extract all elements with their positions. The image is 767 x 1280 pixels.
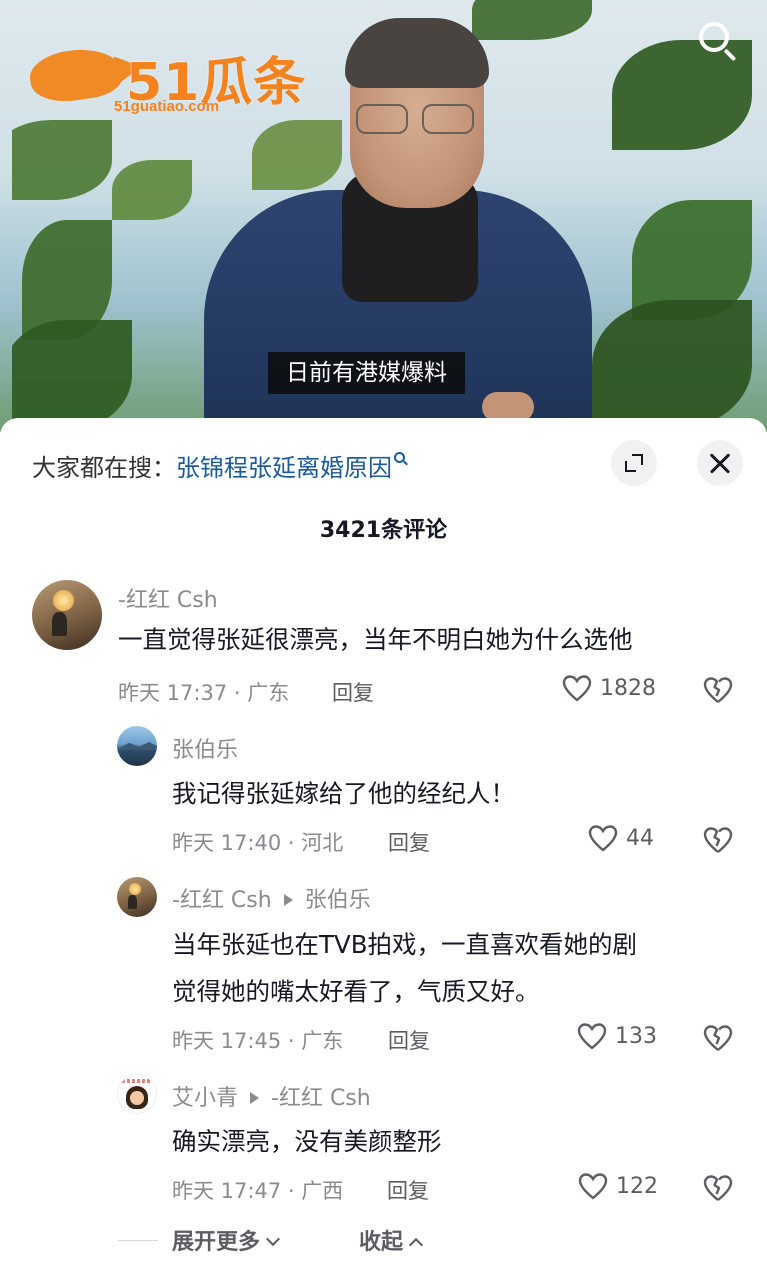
heart-icon bbox=[577, 1023, 607, 1050]
like-count: 133 bbox=[615, 1023, 657, 1049]
reply-button[interactable]: 回复 bbox=[388, 827, 430, 857]
hot-search-prefix: 大家都在搜： bbox=[32, 454, 176, 482]
glasses bbox=[356, 104, 408, 134]
avatar[interactable] bbox=[117, 1074, 157, 1114]
comment-text: 一直觉得张延很漂亮，当年不明白她为什么选他 bbox=[118, 625, 633, 654]
foliage bbox=[252, 120, 342, 190]
reply-meta: 昨天 17:40 · 河北 bbox=[172, 831, 344, 855]
like-button[interactable]: 122 bbox=[578, 1172, 658, 1200]
comment-count: 3421条评论 bbox=[319, 518, 448, 543]
video-subtitle: 日前有港媒爆料 bbox=[268, 352, 465, 394]
avatar[interactable] bbox=[117, 726, 157, 766]
video-player[interactable]: 51瓜条 51guatiao.com 日前有港媒爆料 bbox=[0, 0, 767, 432]
reply-button[interactable]: 回复 bbox=[387, 1175, 429, 1205]
search-icon[interactable] bbox=[697, 20, 741, 64]
reply-target[interactable]: 张伯乐 bbox=[305, 888, 371, 913]
like-button[interactable]: 1828 bbox=[562, 674, 656, 702]
collapse-button[interactable]: 收起 bbox=[359, 1224, 424, 1256]
foliage bbox=[592, 300, 752, 430]
chevron-up-icon bbox=[408, 1237, 424, 1253]
presenter-hair bbox=[345, 18, 489, 88]
close-button[interactable] bbox=[697, 440, 743, 486]
divider bbox=[118, 1240, 158, 1241]
foliage bbox=[12, 320, 132, 430]
search-icon bbox=[394, 452, 408, 466]
reply-text-line: 觉得她的嘴太好看了，气质又好。 bbox=[172, 977, 540, 1006]
expand-more-button[interactable]: 展开更多 bbox=[172, 1224, 281, 1256]
expand-icon bbox=[625, 454, 643, 472]
broken-heart-icon[interactable] bbox=[702, 825, 734, 855]
avatar[interactable] bbox=[117, 877, 157, 917]
broken-heart-icon[interactable] bbox=[702, 1173, 734, 1203]
reply-author[interactable]: -红红 Csh bbox=[172, 888, 272, 913]
foliage bbox=[112, 160, 192, 220]
expand-more-label: 展开更多 bbox=[172, 1230, 261, 1255]
foliage bbox=[472, 0, 592, 40]
hot-search-term[interactable]: 张锦程张延离婚原因 bbox=[176, 454, 392, 482]
broken-heart-icon[interactable] bbox=[702, 675, 734, 705]
collapse-label: 收起 bbox=[359, 1230, 404, 1255]
reply-text: 我记得张延嫁给了他的经纪人！ bbox=[172, 779, 515, 808]
like-count: 44 bbox=[626, 825, 654, 851]
like-button[interactable]: 44 bbox=[588, 824, 654, 852]
like-count: 1828 bbox=[600, 675, 656, 701]
like-button[interactable]: 133 bbox=[577, 1022, 657, 1050]
heart-icon bbox=[562, 675, 592, 702]
chevron-down-icon bbox=[265, 1231, 281, 1247]
reply-button[interactable]: 回复 bbox=[332, 677, 374, 707]
broken-heart-icon[interactable] bbox=[702, 1023, 734, 1053]
watermark-url: 51guatiao.com bbox=[114, 98, 220, 115]
heart-icon bbox=[578, 1173, 608, 1200]
reply-username[interactable]: 张伯乐 bbox=[172, 732, 238, 764]
reply-arrow-icon bbox=[283, 894, 293, 906]
reply-username[interactable]: -红红 Csh 张伯乐 bbox=[172, 882, 371, 914]
like-count: 122 bbox=[616, 1173, 658, 1199]
reply-meta: 昨天 17:45 · 广东 bbox=[172, 1029, 344, 1053]
hot-search-bar[interactable]: 大家都在搜：张锦程张延离婚原因 bbox=[32, 448, 408, 483]
reply-text: 确实漂亮，没有美颜整形 bbox=[172, 1127, 442, 1156]
reply-target[interactable]: -红红 Csh bbox=[271, 1086, 371, 1111]
comment-meta: 昨天 17:37 · 广东 bbox=[118, 681, 290, 705]
glasses bbox=[422, 104, 474, 134]
reply-text-line: 当年张延也在TVB拍戏，一直喜欢看她的剧 bbox=[172, 930, 638, 959]
reply-username[interactable]: 艾小青 -红红 Csh bbox=[172, 1080, 371, 1112]
foliage bbox=[12, 120, 112, 200]
close-icon bbox=[709, 452, 731, 474]
comment-username[interactable]: -红红 Csh bbox=[118, 582, 218, 614]
avatar[interactable] bbox=[32, 580, 102, 650]
heart-icon bbox=[588, 825, 618, 852]
reply-meta: 昨天 17:47 · 广西 bbox=[172, 1179, 344, 1203]
reply-arrow-icon bbox=[250, 1092, 260, 1104]
reply-author[interactable]: 艾小青 bbox=[172, 1086, 238, 1111]
comment-sheet: 大家都在搜：张锦程张延离婚原因 3421条评论 -红红 Csh 一直觉得张延很漂… bbox=[0, 418, 767, 1280]
reply-button[interactable]: 回复 bbox=[388, 1025, 430, 1055]
expand-button[interactable] bbox=[611, 440, 657, 486]
